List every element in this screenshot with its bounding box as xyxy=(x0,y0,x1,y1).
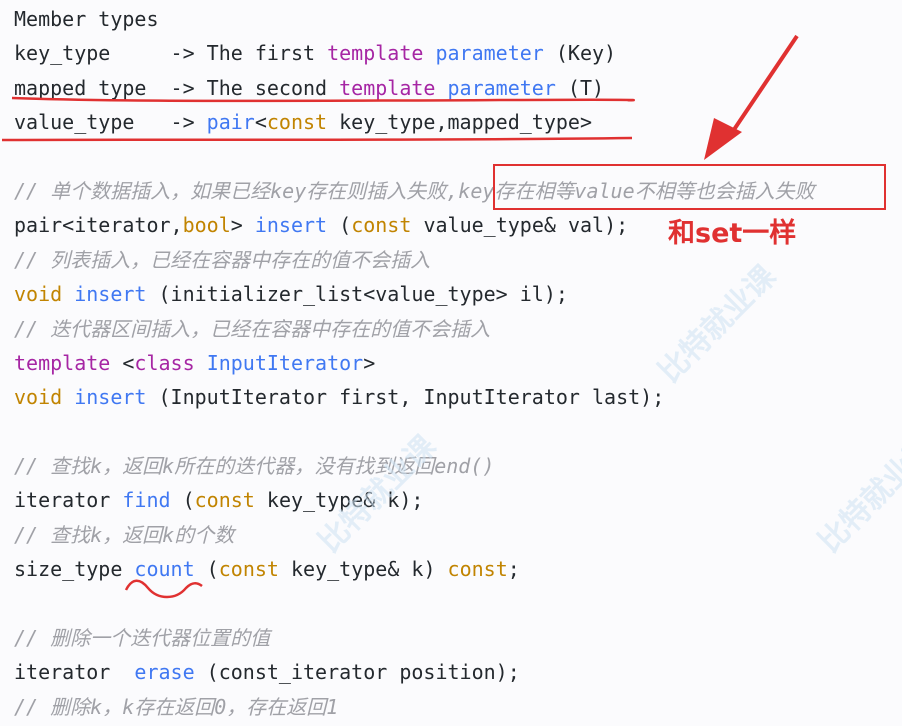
code-token: // 迭代器区间插入，已经在容器中存在的值不会插入 xyxy=(14,316,491,341)
code-token: parameter xyxy=(447,75,556,100)
code-token: const xyxy=(218,557,279,582)
code-token: ( xyxy=(327,213,352,238)
code-token: void xyxy=(14,282,63,307)
code-token: key_type,mapped_type> xyxy=(327,110,592,135)
code-token: (Key) xyxy=(543,41,617,66)
code-token: size_type xyxy=(14,557,135,582)
code-token: ( xyxy=(170,488,195,513)
code-token: bool xyxy=(182,213,231,238)
code-line: Member types xyxy=(14,2,815,36)
code-line: void insert (InputIterator first, InputI… xyxy=(14,380,815,414)
code-token: > xyxy=(230,213,255,238)
code-token: insert xyxy=(254,213,328,238)
code-line: iterator erase (const_iterator position)… xyxy=(14,655,815,689)
code-token: template xyxy=(14,350,111,375)
code-token: count xyxy=(134,557,195,582)
watermark: 比特就业课 xyxy=(812,429,902,560)
code-token: pair<iterator, xyxy=(14,213,183,238)
code-token: ; xyxy=(507,557,520,582)
code-token: < xyxy=(254,110,267,135)
code-token: InputIterator xyxy=(206,350,364,375)
code-token: template xyxy=(339,75,436,100)
code-token: iterator xyxy=(14,660,135,685)
code-token: find xyxy=(122,488,171,513)
code-line: void insert (initializer_list<value_type… xyxy=(14,277,815,311)
code-token: Member types xyxy=(14,7,159,31)
code-token: < xyxy=(110,350,135,375)
code-token: erase xyxy=(134,660,195,685)
code-token: const xyxy=(194,488,255,513)
code-token: mapped_type -> The second xyxy=(14,75,340,100)
code-token: // 列表插入，已经在容器中存在的值不会插入 xyxy=(14,247,431,272)
code-token: (T) xyxy=(555,75,605,100)
code-line: // 删除k，k存在返回0，存在返回1 xyxy=(14,690,815,724)
code-token: insert xyxy=(74,385,147,410)
annotation-note: 和set一样 xyxy=(668,218,797,249)
code-token: pair xyxy=(206,110,255,135)
code-line: mapped_type -> The second template param… xyxy=(14,71,815,105)
code-token: (InputIterator first, InputIterator last… xyxy=(146,385,665,410)
code-token: value_type -> xyxy=(14,110,207,135)
code-token: const xyxy=(266,110,328,135)
code-line: size_type count (const key_type& k) cons… xyxy=(14,552,815,586)
code-line: // 查找k，返回k的个数 xyxy=(14,518,815,552)
code-line: // 删除一个迭代器位置的值 xyxy=(14,621,815,655)
code-token: key_type& k) xyxy=(278,557,448,582)
code-token: // 删除k，k存在返回0，存在返回1 xyxy=(14,694,339,719)
code-token: template xyxy=(327,41,424,66)
code-line: value_type -> pair<const key_type,mapped… xyxy=(14,105,815,139)
code-token: const xyxy=(351,213,412,238)
code-token: // 删除一个迭代器位置的值 xyxy=(14,626,271,651)
code-token: (initializer_list<value_type> il); xyxy=(146,282,568,307)
code-token: parameter xyxy=(435,41,544,66)
code-token: key_type -> The first xyxy=(14,41,328,66)
code-token: > xyxy=(363,350,376,375)
code-token: (const_iterator position); xyxy=(194,660,520,685)
code-token: const xyxy=(447,557,508,582)
highlight-box xyxy=(493,164,886,210)
code-token: insert xyxy=(74,282,147,307)
code-line: key_type -> The first template parameter… xyxy=(14,36,815,70)
code-token: ( xyxy=(194,557,219,582)
code-token: // 查找k，返回k的个数 xyxy=(14,522,235,547)
code-token: class xyxy=(134,350,195,375)
code-token: iterator xyxy=(14,488,123,513)
code-token: void xyxy=(14,385,63,410)
code-token: value_type& val); xyxy=(411,213,629,238)
code-line: iterator find (const key_type& k); xyxy=(14,483,815,517)
